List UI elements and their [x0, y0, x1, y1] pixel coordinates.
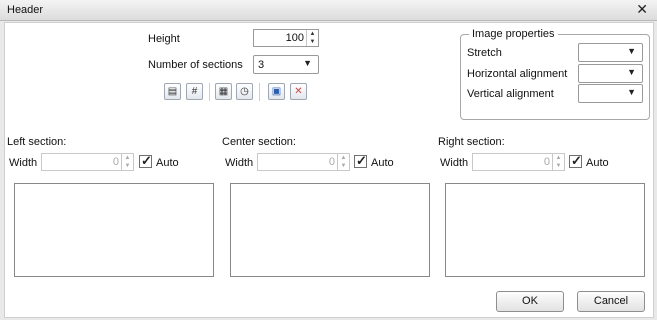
- checkmark-icon: ✓: [141, 153, 152, 168]
- hash-icon: #: [191, 86, 198, 97]
- date-button[interactable]: ▦: [215, 83, 232, 100]
- left-width-input[interactable]: 0 ▲ ▼: [41, 153, 134, 171]
- right-auto-label: Auto: [586, 157, 609, 169]
- center-auto-label: Auto: [371, 157, 394, 169]
- right-section-label: Right section:: [438, 136, 505, 148]
- left-width-label: Width: [9, 157, 38, 169]
- chevron-down-icon: ▼: [303, 58, 312, 68]
- height-input[interactable]: 100 ▲ ▼: [253, 29, 319, 47]
- chevron-down-icon: ▼: [627, 67, 636, 77]
- horizontal-alignment-dropdown[interactable]: ▼: [578, 64, 643, 83]
- spin-down-icon[interactable]: ▼: [338, 162, 349, 170]
- center-section-label: Center section:: [222, 136, 296, 148]
- spin-down-icon[interactable]: ▼: [553, 162, 564, 170]
- vertical-alignment-label: Vertical alignment: [467, 88, 554, 100]
- chevron-down-icon: ▼: [627, 46, 636, 56]
- center-width-input[interactable]: 0 ▲ ▼: [257, 153, 350, 171]
- calendar-icon: ▦: [218, 86, 229, 97]
- right-width-label: Width: [440, 157, 469, 169]
- insert-image-button[interactable]: ▣: [268, 83, 285, 100]
- vertical-alignment-dropdown[interactable]: ▼: [578, 84, 643, 103]
- stretch-label: Stretch: [467, 47, 502, 59]
- chevron-down-icon: ▼: [627, 87, 636, 97]
- dialog-content: Height 100 ▲ ▼ Number of sections 3 ▼ ▤ …: [4, 22, 654, 318]
- height-value: 100: [285, 32, 304, 44]
- cancel-button[interactable]: Cancel: [577, 291, 645, 312]
- sections-value: 3: [258, 59, 265, 71]
- center-width-spinner[interactable]: ▲ ▼: [337, 154, 349, 170]
- delete-image-button[interactable]: ✕: [290, 83, 307, 100]
- title-bar: Header ✕: [0, 0, 657, 21]
- sections-label: Number of sections: [148, 59, 243, 71]
- delete-image-icon: ✕: [294, 86, 303, 97]
- right-width-input[interactable]: 0 ▲ ▼: [472, 153, 565, 171]
- height-label: Height: [148, 33, 180, 45]
- stretch-dropdown[interactable]: ▼: [578, 43, 643, 62]
- spin-down-icon[interactable]: ▼: [122, 162, 133, 170]
- clock-icon: ◷: [240, 86, 249, 97]
- ok-button[interactable]: OK: [496, 291, 564, 312]
- close-icon[interactable]: ✕: [636, 2, 648, 16]
- page-number-icon: ▤: [167, 86, 178, 97]
- horizontal-alignment-label: Horizontal alignment: [467, 68, 568, 80]
- left-width-spinner[interactable]: ▲ ▼: [121, 154, 133, 170]
- spin-up-icon[interactable]: ▲: [307, 30, 318, 38]
- image-properties-title: Image properties: [469, 28, 558, 40]
- spin-up-icon[interactable]: ▲: [122, 154, 133, 162]
- checkmark-icon: ✓: [571, 153, 582, 168]
- left-width-value: 0: [112, 156, 119, 168]
- left-section-label: Left section:: [7, 136, 67, 148]
- right-auto-checkbox[interactable]: ✓: [569, 153, 582, 168]
- center-auto-checkbox[interactable]: ✓: [354, 153, 367, 168]
- right-width-spinner[interactable]: ▲ ▼: [552, 154, 564, 170]
- sections-dropdown[interactable]: 3 ▼: [253, 55, 319, 74]
- right-width-value: 0: [543, 156, 550, 168]
- right-section-text[interactable]: [445, 183, 645, 277]
- time-button[interactable]: ◷: [236, 83, 253, 100]
- center-width-label: Width: [225, 157, 254, 169]
- spin-down-icon[interactable]: ▼: [307, 38, 318, 46]
- left-section-text[interactable]: [14, 183, 214, 277]
- height-spinner[interactable]: ▲ ▼: [306, 30, 318, 46]
- page-number-button[interactable]: ▤: [164, 83, 181, 100]
- left-auto-checkbox[interactable]: ✓: [139, 153, 152, 168]
- checkmark-icon: ✓: [356, 153, 367, 168]
- center-width-value: 0: [328, 156, 335, 168]
- spin-up-icon[interactable]: ▲: [553, 154, 564, 162]
- toolbar-separator: [259, 83, 260, 101]
- center-section-text[interactable]: [230, 183, 430, 277]
- spin-up-icon[interactable]: ▲: [338, 154, 349, 162]
- image-icon: ▣: [271, 86, 282, 97]
- hash-button[interactable]: #: [186, 83, 203, 100]
- toolbar-separator: [209, 83, 210, 101]
- left-auto-label: Auto: [156, 157, 179, 169]
- window-title: Header: [7, 4, 44, 16]
